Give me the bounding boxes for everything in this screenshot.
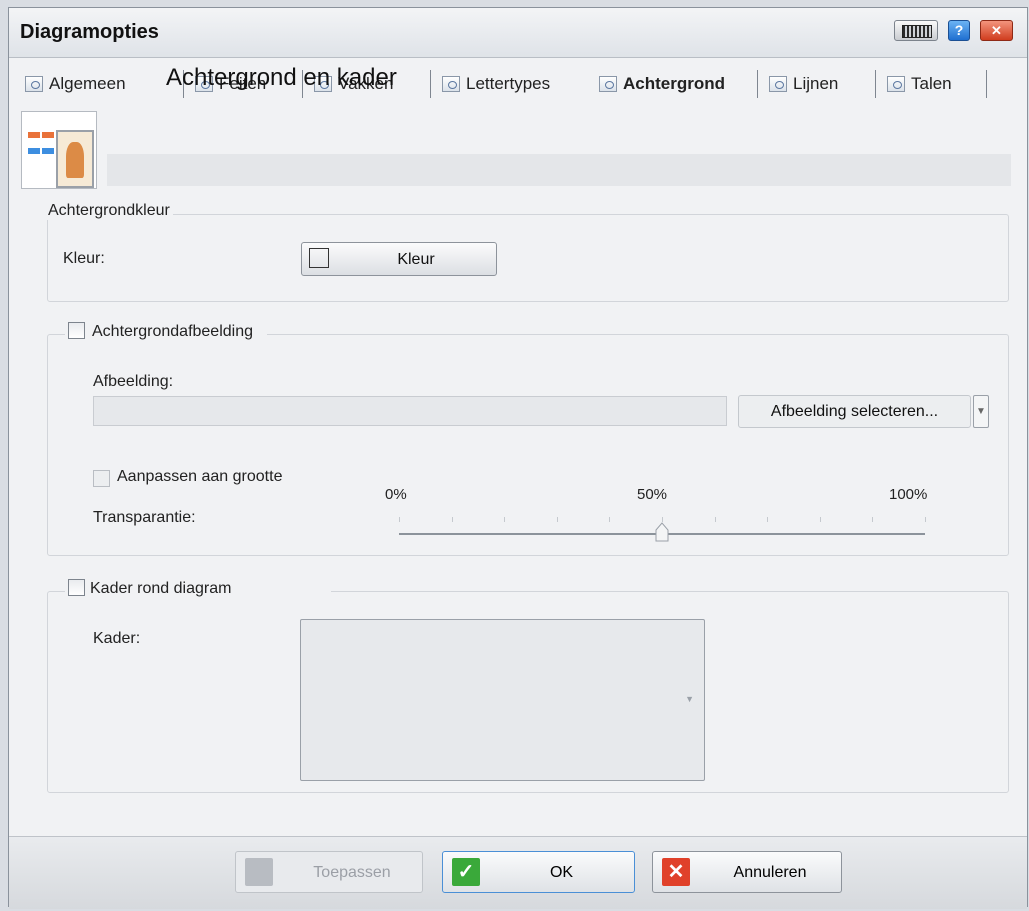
- background-color-group-label: Achtergrondkleur: [45, 202, 173, 220]
- color-button[interactable]: Kleur: [301, 242, 497, 276]
- background-image-group-header: Achtergrondafbeelding: [65, 322, 268, 341]
- tab-bar: Algemeen Feiten Vakken Lettertypes Achte…: [9, 58, 1027, 104]
- slider-tick: [399, 517, 400, 522]
- tab-achtergrond[interactable]: Achtergrond: [599, 70, 725, 98]
- lines-icon: [769, 76, 787, 92]
- font-icon: [442, 76, 460, 92]
- dialog-window: Diagramopties ? ✕ Algemeen Feiten Vakken…: [8, 7, 1028, 909]
- slider-tick: [767, 517, 768, 522]
- window-title: Diagramopties: [20, 21, 159, 43]
- frame-checkbox[interactable]: [68, 579, 85, 596]
- background-image-checkbox-label: Achtergrondafbeelding: [92, 323, 254, 340]
- slider-tick: [662, 517, 663, 522]
- frame-dropdown[interactable]: ▼: [300, 619, 705, 781]
- slider-tick: [609, 517, 610, 522]
- ok-button-label: OK: [549, 864, 574, 881]
- transparency-tick-mid: 50%: [637, 486, 668, 503]
- tab-label: Lettertypes: [466, 74, 551, 93]
- apply-icon: [245, 858, 273, 886]
- keyboard-icon: [902, 25, 932, 38]
- tab-separator: [757, 70, 758, 98]
- check-icon: ✓: [452, 858, 480, 886]
- page-title: Achtergrond en kader: [166, 64, 397, 91]
- tab-lettertypes[interactable]: Lettertypes: [442, 70, 550, 98]
- keyboard-button[interactable]: [894, 20, 938, 41]
- cancel-button[interactable]: ✕ Annuleren: [652, 851, 842, 893]
- tab-label: Achtergrond: [623, 74, 725, 93]
- ok-button[interactable]: ✓ OK: [442, 851, 635, 893]
- slider-tick: [820, 517, 821, 522]
- chevron-down-icon[interactable]: ▼: [973, 395, 989, 428]
- apply-button[interactable]: Toepassen: [235, 851, 423, 893]
- background-icon: [599, 76, 617, 92]
- help-button[interactable]: ?: [948, 20, 970, 41]
- color-label: Kleur:: [63, 250, 105, 267]
- tab-label: Lijnen: [793, 74, 839, 93]
- color-swatch: [309, 248, 329, 268]
- tab-talen[interactable]: Talen: [887, 70, 952, 98]
- background-image-checkbox[interactable]: [68, 322, 85, 339]
- slider-tick: [925, 517, 926, 522]
- transparency-tick-min: 0%: [385, 486, 407, 503]
- image-path-input[interactable]: [93, 396, 727, 426]
- language-icon: [887, 76, 905, 92]
- tab-algemeen[interactable]: Algemeen: [25, 70, 126, 98]
- cancel-icon: ✕: [662, 858, 690, 886]
- page-header: [21, 108, 1011, 192]
- image-label: Afbeelding:: [93, 373, 174, 390]
- title-bar: Diagramopties ? ✕: [9, 8, 1027, 58]
- apply-button-label: Toepassen: [313, 864, 391, 881]
- frame-group-header: Kader rond diagram: [65, 579, 332, 598]
- transparency-slider-thumb[interactable]: [655, 522, 669, 542]
- slider-tick: [504, 517, 505, 522]
- header-strip: [107, 154, 1011, 186]
- color-button-label: Kleur: [397, 251, 435, 268]
- frame-checkbox-label: Kader rond diagram: [90, 580, 232, 597]
- slider-tick: [872, 517, 873, 522]
- button-bar: Toepassen ✓ OK ✕ Annuleren: [9, 836, 1027, 909]
- frame-label: Kader:: [93, 630, 141, 647]
- fit-size-label: Aanpassen aan grootte: [117, 468, 283, 485]
- tab-separator: [430, 70, 431, 98]
- tab-separator: [875, 70, 876, 98]
- fit-size-checkbox[interactable]: [93, 470, 110, 487]
- slider-tick: [557, 517, 558, 522]
- tab-label: Algemeen: [49, 74, 126, 93]
- close-button[interactable]: ✕: [980, 20, 1013, 41]
- background-settings-icon: [21, 111, 97, 189]
- slider-tick: [715, 517, 716, 522]
- select-image-button[interactable]: Afbeelding selecteren...: [738, 395, 971, 428]
- slider-tick: [452, 517, 453, 522]
- background-color-group: [47, 214, 1009, 302]
- tab-label: Talen: [911, 74, 952, 93]
- chevron-down-icon: ▼: [685, 694, 694, 704]
- cancel-button-label: Annuleren: [733, 864, 807, 881]
- tab-lijnen[interactable]: Lijnen: [769, 70, 838, 98]
- transparency-label: Transparantie:: [93, 509, 196, 526]
- transparency-tick-max: 100%: [889, 486, 928, 503]
- tab-separator: [986, 70, 987, 98]
- gear-icon: [25, 76, 43, 92]
